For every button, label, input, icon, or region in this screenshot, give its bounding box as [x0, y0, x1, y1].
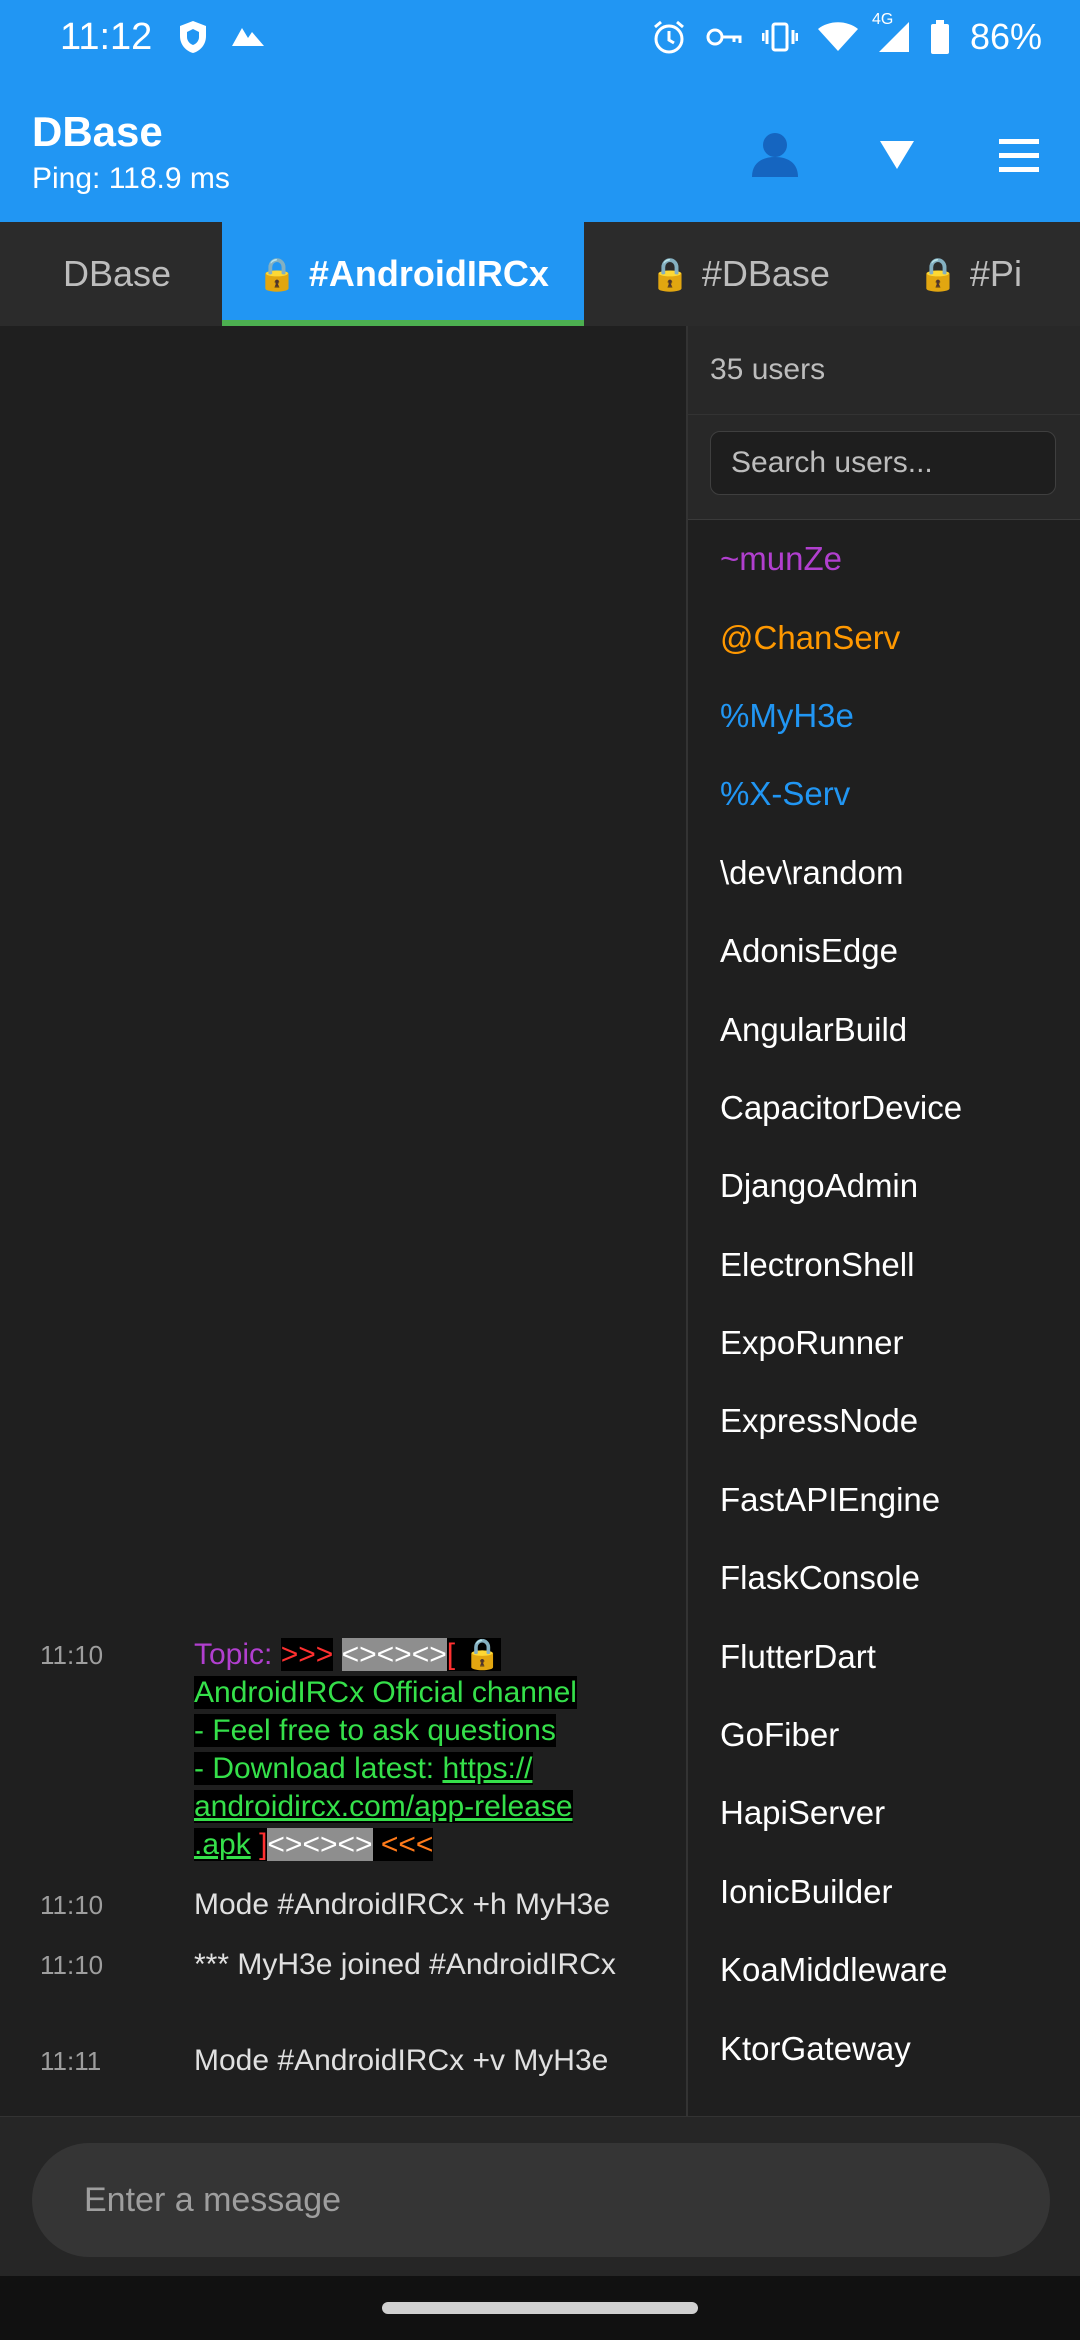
tab-label: #Pi — [969, 253, 1022, 294]
message-time: 11:11 — [40, 2046, 102, 2076]
user-list-item[interactable]: FastAPIEngine — [688, 1461, 1080, 1539]
tab-androidircx[interactable]: 🔒 #AndroidIRCx — [222, 222, 584, 326]
user-count: 35 users — [688, 326, 1080, 415]
message-body: Mode #AndroidIRCx +h MyH3e — [194, 1888, 611, 1921]
user-list-item[interactable]: FlutterDart — [688, 1617, 1080, 1695]
message-body: Mode #AndroidIRCx +v MyH3e — [194, 2044, 609, 2077]
app-title: DBase — [32, 108, 163, 155]
alarm-icon — [652, 19, 686, 55]
vibrate-icon — [761, 22, 798, 52]
user-list-panel: 35 users ~munZe @ChanServ %MyH3e %X-Serv… — [688, 326, 1080, 2116]
message-time: 11:10 — [40, 1640, 104, 1670]
user-list-item[interactable]: @ChanServ — [688, 598, 1080, 676]
user-list-item[interactable]: KoaMiddleware — [688, 1931, 1080, 2009]
channel-tabs: DBase 🔒 #AndroidIRCx 🔒 #DBase 🔒 #Pi — [0, 222, 1080, 327]
topic-decoration: <><><> — [341, 1638, 447, 1671]
dropdown-button[interactable] — [856, 122, 938, 192]
tab-label: #DBase — [701, 253, 830, 294]
signal-icon: 4G — [872, 11, 910, 53]
user-list-item[interactable]: ~munZe — [688, 520, 1080, 598]
vpn-key-icon — [706, 26, 742, 48]
message-time: 11:10 — [40, 1890, 104, 1920]
status-time: 11:12 — [60, 16, 153, 58]
user-list-item[interactable]: KtorGateway — [688, 2009, 1080, 2087]
topic-bracket-open: [ — [446, 1638, 456, 1671]
user-list-item[interactable]: HapiServer — [688, 1774, 1080, 1852]
user-list[interactable]: ~munZe @ChanServ %MyH3e %X-Serv \dev\ran… — [688, 520, 1080, 2088]
user-list-item[interactable]: CapacitorDevice — [688, 1069, 1080, 1147]
message-list[interactable]: 11:10 Topic: >>> <><><>[ 🔒 AndroidIRCx O… — [0, 326, 686, 2116]
user-list-item[interactable]: ExpressNode — [688, 1382, 1080, 1460]
system-nav-bar — [0, 2276, 1080, 2340]
network-type-label: 4G — [871, 11, 894, 28]
tab-dbase[interactable]: DBase — [12, 222, 222, 326]
tab-label: #AndroidIRCx — [308, 253, 549, 294]
user-list-item[interactable]: ExpoRunner — [688, 1304, 1080, 1382]
wifi-icon — [817, 22, 858, 52]
search-users-input[interactable] — [710, 431, 1056, 495]
user-list-item[interactable]: AdonisEdge — [688, 912, 1080, 990]
message-body: *** MyH3e joined #AndroidIRCx — [194, 1948, 616, 1981]
user-list-item[interactable]: ElectronShell — [688, 1226, 1080, 1304]
menu-button[interactable] — [978, 122, 1060, 192]
lock-icon: 🔒 — [463, 1638, 501, 1671]
user-list-item[interactable]: \dev\random — [688, 834, 1080, 912]
topic-download-link[interactable]: https:// — [442, 1752, 533, 1785]
user-list-item[interactable]: %X-Serv — [688, 755, 1080, 833]
user-list-item[interactable]: IonicBuilder — [688, 1853, 1080, 1931]
user-list-item[interactable]: DjangoAdmin — [688, 1147, 1080, 1225]
drive-icon — [230, 20, 266, 54]
message-body: Topic: >>> <><><>[ 🔒 AndroidIRCx Officia… — [194, 1636, 654, 1864]
battery-icon — [930, 20, 950, 54]
topic-download-prefix: - Download latest: — [194, 1752, 443, 1785]
tab-label: DBase — [62, 253, 172, 294]
tab-pi[interactable]: 🔒 #Pi — [896, 222, 1044, 326]
ping-status: Ping: 118.9 ms — [32, 162, 230, 195]
menu-icon — [999, 137, 1039, 178]
lock-icon: 🔒 — [650, 256, 690, 292]
topic-arrows-right: <<< — [380, 1828, 434, 1861]
users-button[interactable] — [734, 122, 816, 192]
status-bar: 11:12 4G 86% — [0, 0, 1080, 80]
topic-channel-line: AndroidIRCx Official channel — [194, 1676, 577, 1709]
topic-label: Topic: — [194, 1638, 273, 1671]
user-list-item[interactable]: AngularBuild — [688, 990, 1080, 1068]
dropdown-icon — [879, 139, 915, 176]
topic-arrows-left: >>> — [280, 1638, 334, 1671]
user-list-item[interactable]: FlaskConsole — [688, 1539, 1080, 1617]
topic-ask-line: - Feel free to ask questions — [194, 1714, 556, 1747]
app-bar: DBase Ping: 118.9 ms — [0, 80, 1080, 222]
tab-dbase-channel[interactable]: 🔒 #DBase — [584, 222, 896, 326]
shield-icon — [178, 20, 208, 54]
lock-icon: 🔒 — [918, 256, 958, 292]
lock-icon: 🔒 — [257, 256, 297, 292]
battery-percent: 86% — [969, 16, 1042, 57]
topic-download-link[interactable]: .apk — [194, 1828, 251, 1861]
topic-decoration: <><><> — [267, 1828, 373, 1861]
user-list-item[interactable]: GoFiber — [688, 1696, 1080, 1774]
message-input[interactable]: Enter a message — [32, 2143, 1050, 2257]
users-icon — [748, 131, 802, 184]
topic-download-link[interactable]: androidircx.com/app-release — [194, 1790, 573, 1823]
message-input-bar: Enter a message — [0, 2116, 1080, 2277]
home-gesture-handle[interactable] — [382, 2302, 698, 2314]
message-time: 11:10 — [40, 1950, 104, 1980]
user-list-item[interactable]: %MyH3e — [688, 677, 1080, 755]
